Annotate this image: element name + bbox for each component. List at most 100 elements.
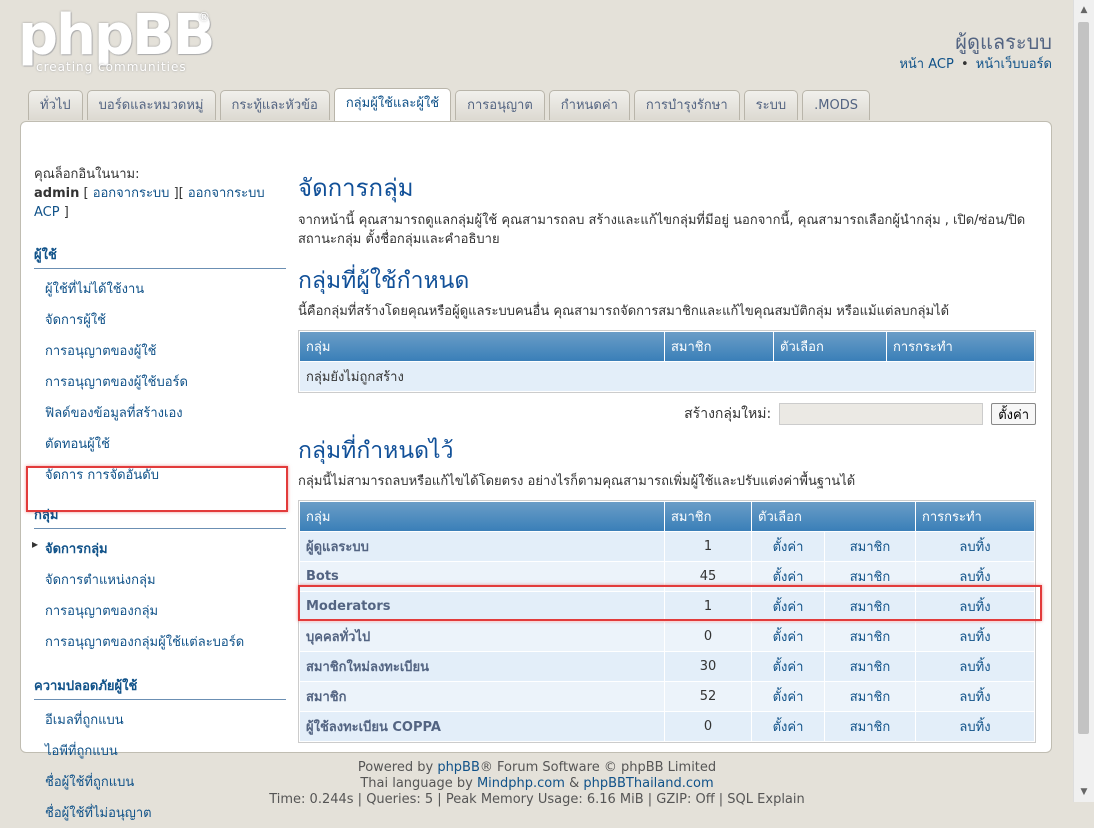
phpbb-logo: phpBB ® creating communities: [18, 6, 218, 78]
sidebar-item-group-positions[interactable]: จัดการตำแหน่งกลุ่ม: [34, 564, 286, 595]
group-members-link[interactable]: สมาชิก: [825, 682, 915, 711]
create-group-submit-button[interactable]: ตั้งค่า: [991, 403, 1036, 425]
group-name[interactable]: สมาชิก: [300, 682, 664, 711]
sidebar-item-group-permissions[interactable]: การอนุญาตของกลุ่ม: [34, 595, 286, 626]
main-tabs: ทั่วไป บอร์ดและหมวดหมู่ กระทู้และหัวข้อ …: [28, 88, 870, 121]
group-delete-link[interactable]: ลบทิ้ง: [916, 562, 1034, 591]
tab-mods[interactable]: .MODS: [802, 90, 870, 120]
sidebar-item-profile-fields[interactable]: ฟิลด์ของข้อมูลที่สร้างเอง: [34, 397, 286, 428]
group-settings-link[interactable]: ตั้งค่า: [752, 532, 824, 561]
group-delete-link[interactable]: ลบทิ้ง: [916, 652, 1034, 681]
acp-index-link[interactable]: หน้า ACP: [899, 57, 953, 72]
phpbb-link[interactable]: phpBB: [437, 760, 480, 775]
table-header-row: กลุ่ม สมาชิก ตัวเลือก การกระทำ: [300, 502, 1034, 531]
column-header: การกระทำ: [887, 332, 1034, 361]
sidebar-heading-groups: กลุ่ม: [34, 504, 286, 529]
footer-text: &: [564, 776, 584, 791]
group-delete-link[interactable]: ลบทิ้ง: [916, 592, 1034, 621]
create-group-label: สร้างกลุ่มใหม่:: [684, 406, 772, 422]
sidebar-item-ban-emails[interactable]: อีเมลที่ถูกแบน: [34, 704, 286, 735]
group-settings-link[interactable]: ตั้งค่า: [752, 712, 824, 741]
predefined-groups-table: กลุ่ม สมาชิก ตัวเลือก การกระทำ ผู้ดูแลระ…: [298, 500, 1036, 743]
group-name[interactable]: ผู้ดูแลระบบ: [300, 532, 664, 561]
create-group-input[interactable]: [779, 403, 984, 425]
column-header: สมาชิก: [665, 502, 751, 531]
group-member-count: 1: [665, 532, 751, 561]
group-delete-link[interactable]: ลบทิ้ง: [916, 532, 1034, 561]
group-name[interactable]: สมาชิกใหม่ลงทะเบียน: [300, 652, 664, 681]
page-description: จากหน้านี้ คุณสามารถดูแลกลุ่มผู้ใช้ คุณส…: [298, 213, 1026, 247]
username: admin: [34, 186, 80, 201]
column-header: กลุ่ม: [300, 332, 664, 361]
scroll-up-icon[interactable]: ▲: [1074, 0, 1094, 20]
footer-text: Powered by: [357, 760, 438, 775]
group-delete-link[interactable]: ลบทิ้ง: [916, 622, 1034, 651]
sidebar: คุณล็อกอินในนาม: admin [ ออกจากระบบ ][ อ…: [32, 165, 286, 828]
table-header-row: กลุ่ม สมาชิก ตัวเลือก การกระทำ: [300, 332, 1034, 361]
tab-customise[interactable]: กำหนดค่า: [548, 90, 630, 120]
table-row: Moderators 1 ตั้งค่า สมาชิก ลบทิ้ง: [300, 592, 1034, 621]
tab-posting[interactable]: กระทู้และหัวข้อ: [219, 90, 330, 120]
sidebar-item-group-forum-permissions[interactable]: การอนุญาตของกลุ่มผู้ใช้แต่ละบอร์ด: [34, 626, 286, 657]
tab-system[interactable]: ระบบ: [743, 90, 799, 120]
sidebar-item-prune-users[interactable]: ตัดทอนผู้ใช้: [34, 428, 286, 459]
link-separator: •: [960, 57, 969, 72]
header-links: หน้า ACP • หน้าเว็บบอร์ด: [899, 53, 1052, 74]
board-index-link[interactable]: หน้าเว็บบอร์ด: [976, 57, 1052, 72]
group-members-link[interactable]: สมาชิก: [825, 562, 915, 591]
user-groups-heading: กลุ่มที่ผู้ใช้กำหนด: [298, 268, 470, 294]
scroll-down-icon[interactable]: ▼: [1074, 782, 1094, 802]
column-header: สมาชิก: [665, 332, 773, 361]
group-settings-link[interactable]: ตั้งค่า: [752, 592, 824, 621]
table-row: กลุ่มยังไม่ถูกสร้าง: [300, 362, 1034, 391]
group-delete-link[interactable]: ลบทิ้ง: [916, 682, 1034, 711]
phpbbthailand-link[interactable]: phpBBThailand.com: [583, 776, 713, 791]
group-member-count: 1: [665, 592, 751, 621]
logo-text: phpBB: [18, 3, 215, 68]
logout-link[interactable]: ออกจากระบบ: [93, 186, 170, 201]
predefined-groups-heading: กลุ่มที่กำหนดไว้: [298, 438, 454, 464]
sidebar-heading-security: ความปลอดภัยผู้ใช้: [34, 675, 286, 700]
group-settings-link[interactable]: ตั้งค่า: [752, 682, 824, 711]
group-delete-link[interactable]: ลบทิ้ง: [916, 712, 1034, 741]
empty-groups-message: กลุ่มยังไม่ถูกสร้าง: [300, 362, 1034, 391]
group-members-link[interactable]: สมาชิก: [825, 532, 915, 561]
column-header: กลุ่ม: [300, 502, 664, 531]
sidebar-item-user-permissions[interactable]: การอนุญาตของผู้ใช้: [34, 335, 286, 366]
group-name[interactable]: Bots: [300, 562, 664, 591]
sidebar-item-manage-users[interactable]: จัดการผู้ใช้: [34, 304, 286, 335]
sidebar-item-inactive-users[interactable]: ผู้ใช้ที่ไม่ได้ใช้งาน: [34, 273, 286, 304]
group-members-link[interactable]: สมาชิก: [825, 712, 915, 741]
footer-text: Thai language by: [360, 776, 477, 791]
group-members-link[interactable]: สมาชิก: [825, 592, 915, 621]
group-members-link[interactable]: สมาชิก: [825, 622, 915, 651]
group-members-link[interactable]: สมาชิก: [825, 652, 915, 681]
sidebar-section-groups: กลุ่ม จัดการกลุ่ม จัดการตำแหน่งกลุ่ม การ…: [32, 504, 286, 657]
logged-in-as-label: คุณล็อกอินในนาม:: [34, 167, 140, 182]
mindphp-link[interactable]: Mindphp.com: [477, 776, 565, 791]
tab-forums[interactable]: บอร์ดและหมวดหมู่: [86, 90, 216, 120]
tab-users-groups[interactable]: กลุ่มผู้ใช้และผู้ใช้: [333, 88, 452, 121]
table-row: Bots 45 ตั้งค่า สมาชิก ลบทิ้ง: [300, 562, 1034, 591]
group-member-count: 0: [665, 712, 751, 741]
table-row: สมาชิกใหม่ลงทะเบียน 30 ตั้งค่า สมาชิก ลบ…: [300, 652, 1034, 681]
sidebar-item-manage-ranks[interactable]: จัดการ การจัดอันดับ: [34, 459, 286, 490]
sidebar-item-user-forum-permissions[interactable]: การอนุญาตของผู้ใช้บอร์ด: [34, 366, 286, 397]
footer-text: ® Forum Software © phpBB Limited: [479, 760, 717, 775]
group-name[interactable]: Moderators: [300, 592, 664, 621]
page-title: จัดการกลุ่ม: [298, 174, 414, 202]
group-settings-link[interactable]: ตั้งค่า: [752, 562, 824, 591]
tab-permissions[interactable]: การอนุญาต: [455, 90, 545, 120]
tab-general[interactable]: ทั่วไป: [28, 90, 83, 120]
group-name[interactable]: บุคคลทั่วไป: [300, 622, 664, 651]
group-settings-link[interactable]: ตั้งค่า: [752, 652, 824, 681]
table-row: บุคคลทั่วไป 0 ตั้งค่า สมาชิก ลบทิ้ง: [300, 622, 1034, 651]
group-name[interactable]: ผู้ใช้ลงทะเบียน COPPA: [300, 712, 664, 741]
column-header: การกระทำ: [916, 502, 1034, 531]
group-settings-link[interactable]: ตั้งค่า: [752, 622, 824, 651]
tab-maintenance[interactable]: การบำรุงรักษา: [633, 90, 740, 120]
vertical-scrollbar[interactable]: ▲ ▼: [1073, 0, 1094, 802]
scrollbar-thumb[interactable]: [1078, 22, 1089, 734]
sidebar-item-manage-groups[interactable]: จัดการกลุ่ม: [32, 533, 286, 564]
group-member-count: 52: [665, 682, 751, 711]
